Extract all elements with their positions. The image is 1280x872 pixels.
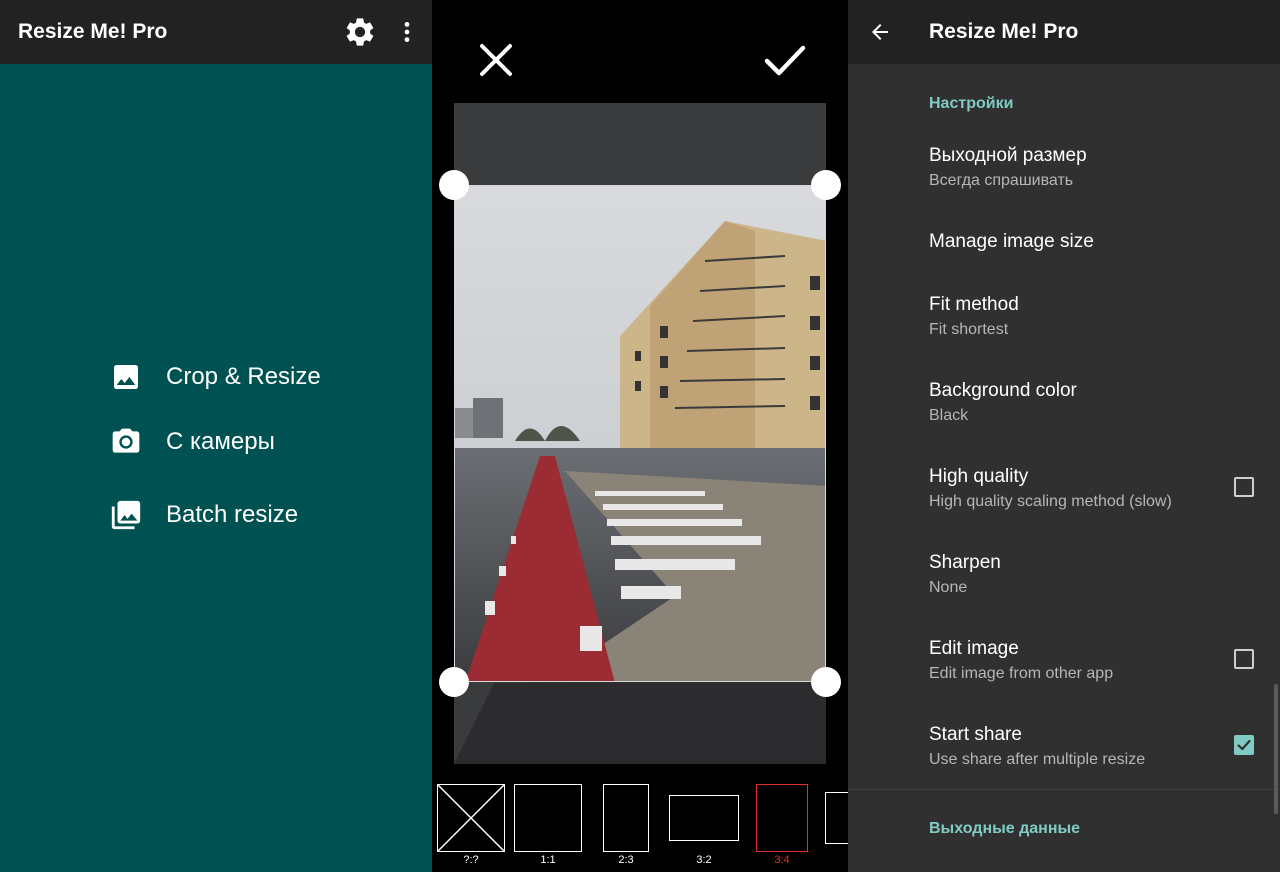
- crop-handle-bottom-right[interactable]: [811, 667, 841, 697]
- section-output-header: Выходные данные: [929, 820, 1081, 837]
- pref-title: Fit method: [929, 294, 1019, 315]
- camera-button[interactable]: С камеры: [108, 422, 275, 462]
- pref-edit-image[interactable]: Edit image Edit image from other app: [929, 638, 1259, 683]
- crop-screen: ?:? 1:1 2:3 3:2 3:4: [432, 0, 848, 872]
- image-icon: [108, 359, 144, 395]
- more-vert-icon[interactable]: [394, 18, 420, 46]
- start-share-checkbox[interactable]: [1234, 735, 1254, 755]
- ratio-2-3-label: 2:3: [618, 854, 634, 866]
- pref-title: Start share: [929, 724, 1022, 745]
- home-screen: Resize Me! Pro Crop & Resize С камеры Ba…: [0, 0, 432, 872]
- home-app-bar: Resize Me! Pro: [0, 0, 432, 64]
- batch-resize-button[interactable]: Batch resize: [108, 495, 298, 535]
- pref-fit-method[interactable]: Fit method Fit shortest: [929, 294, 1259, 339]
- app-title: Resize Me! Pro: [18, 20, 168, 43]
- pref-output-size[interactable]: Выходной размер Всегда спрашивать: [929, 145, 1259, 190]
- close-icon[interactable]: [476, 40, 516, 80]
- pref-high-quality[interactable]: High quality High quality scaling method…: [929, 466, 1259, 511]
- pref-sharpen[interactable]: Sharpen None: [929, 552, 1259, 597]
- ratio-1-1-label: 1:1: [540, 854, 556, 866]
- crop-handle-top-left[interactable]: [439, 170, 469, 200]
- pref-summary: Всегда спрашивать: [929, 172, 1074, 189]
- settings-screen: Resize Me! Pro Настройки Выходной размер…: [848, 0, 1280, 872]
- section-settings-header: Настройки: [929, 95, 1014, 112]
- section-divider: [848, 789, 1280, 790]
- ratio-free-label: ?:?: [463, 854, 479, 866]
- crop-handle-top-right[interactable]: [811, 170, 841, 200]
- pref-summary: Edit image from other app: [929, 665, 1114, 682]
- pref-title: High quality: [929, 466, 1029, 487]
- photo-library-icon: [108, 497, 144, 533]
- settings-title: Resize Me! Pro: [929, 20, 1079, 43]
- pref-summary: None: [929, 579, 968, 596]
- arrow-back-icon[interactable]: [868, 20, 892, 44]
- high-quality-checkbox[interactable]: [1234, 477, 1254, 497]
- settings-app-bar: Resize Me! Pro: [848, 0, 1280, 64]
- pref-background-color[interactable]: Background color Black: [929, 380, 1259, 425]
- check-icon: [1237, 739, 1251, 751]
- pref-title: Manage image size: [929, 231, 1094, 252]
- camera-label: С камеры: [166, 428, 275, 455]
- gear-icon[interactable]: [343, 15, 377, 49]
- pref-title: Sharpen: [929, 552, 1001, 573]
- pref-summary: Use share after multiple resize: [929, 751, 1146, 768]
- crop-resize-label: Crop & Resize: [166, 363, 321, 390]
- edit-image-checkbox[interactable]: [1234, 649, 1254, 669]
- aspect-ratio-strip: ?:? 1:1 2:3 3:2 3:4: [432, 780, 848, 872]
- check-icon[interactable]: [762, 40, 808, 80]
- pref-start-share[interactable]: Start share Use share after multiple res…: [929, 724, 1259, 769]
- pref-title: Edit image: [929, 638, 1019, 659]
- batch-resize-label: Batch resize: [166, 501, 299, 528]
- camera-icon: [108, 424, 144, 460]
- crop-frame[interactable]: [454, 185, 826, 682]
- pref-summary: Fit shortest: [929, 321, 1009, 338]
- pref-manage-image-size[interactable]: Manage image size: [929, 231, 1259, 253]
- crop-handle-bottom-left[interactable]: [439, 667, 469, 697]
- ratio-3-4-label: 3:4: [774, 854, 790, 866]
- scrollbar[interactable]: [1274, 684, 1278, 814]
- crop-resize-button[interactable]: Crop & Resize: [108, 357, 321, 397]
- pref-title: Background color: [929, 380, 1077, 401]
- pref-summary: High quality scaling method (slow): [929, 493, 1172, 510]
- ratio-3-2-label: 3:2: [696, 854, 712, 866]
- pref-title: Выходной размер: [929, 145, 1087, 166]
- pref-summary: Black: [929, 407, 969, 424]
